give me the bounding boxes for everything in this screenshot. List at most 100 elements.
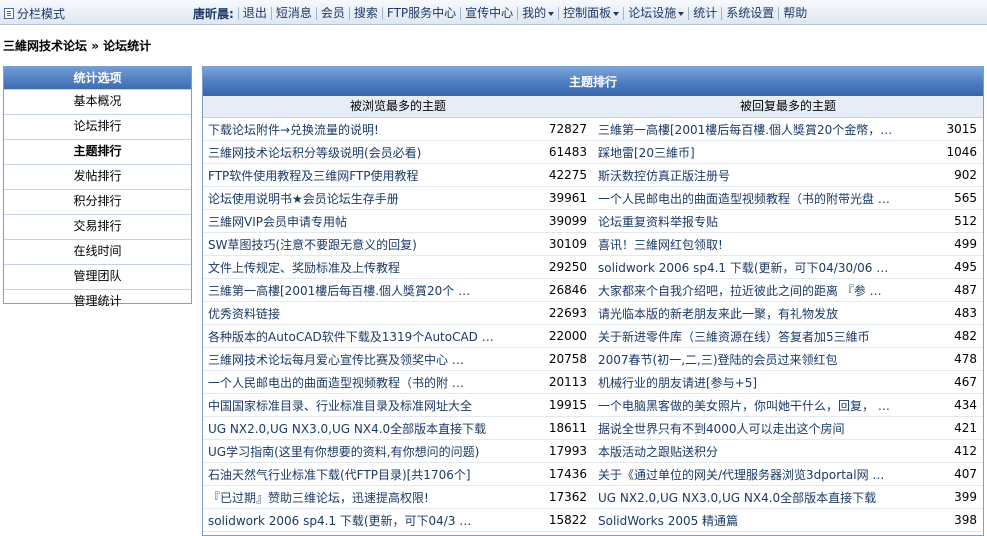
most-viewed-topic-link[interactable]: UG学习指南(这里有你想要的资料,有你想问的问题) xyxy=(208,445,479,459)
most-replied-topic-link[interactable]: 请光临本版的新老朋友来此一聚，有礼物发放 xyxy=(598,307,838,321)
nav-item[interactable]: 宣传中心 xyxy=(460,7,517,20)
nav-item[interactable]: FTP服务中心 xyxy=(381,7,460,20)
sidebar-item[interactable]: 论坛排行 xyxy=(4,114,191,139)
most-replied-topic-link-cell: 关于新进零件库（三維资源在线）答复者加5三維币 xyxy=(593,324,933,348)
nav-item[interactable]: 会员 xyxy=(315,7,349,20)
nav-item[interactable]: 搜索 xyxy=(348,7,382,20)
most-viewed-topic-link[interactable]: solidwork 2006 sp4.1 下载(更新，可下04/3 … xyxy=(208,514,471,528)
sidebar-item[interactable]: 在线时间 xyxy=(4,239,191,264)
most-viewed-topic-link[interactable]: FTP软件使用教程及三维网FTP使用教程 xyxy=(208,169,419,183)
view-count-cell: 39099 xyxy=(533,209,593,233)
reply-count-cell: 565 xyxy=(933,186,983,210)
most-replied-topic-link[interactable]: 三維第一高樓[2001樓后每百樓.個人獎賞20个金幣，… xyxy=(598,123,892,137)
most-replied-topic-link[interactable]: 大家都来个自我介绍吧，拉近彼此之间的距离 『参 … xyxy=(598,284,882,298)
table-row: 『已过期』赞助三维论坛，迅速提高权限! 17362 UG NX2.0,UG NX3.… xyxy=(203,485,983,509)
sidebar-item[interactable]: 交易排行 xyxy=(4,214,191,239)
nav-item-label: 论坛设施 xyxy=(628,6,677,20)
most-replied-topic-link[interactable]: SolidWorks 2005 精通篇 xyxy=(598,514,738,528)
most-replied-topic-link[interactable]: UG NX2.0,UG NX3.0,UG NX4.0全部版本直接下载 xyxy=(598,491,876,505)
most-replied-topic-link[interactable]: 一个电脑黑客做的美女照片，你叫她干什么，回复， … xyxy=(598,399,890,413)
nav-item[interactable]: 我的 xyxy=(517,7,558,20)
view-count-cell: 29250 xyxy=(533,255,593,279)
view-count-cell: 30109 xyxy=(533,232,593,256)
nav-item[interactable]: 论坛设施 xyxy=(623,7,688,20)
most-viewed-topic-link-cell: solidwork 2006 sp4.1 下载(更新，可下04/3 … xyxy=(203,508,533,532)
most-viewed-topic-link-cell: SW草图技巧(注意不要跟无意义的回复) xyxy=(203,232,533,256)
most-replied-topic-link-cell: UG NX2.0,UG NX3.0,UG NX4.0全部版本直接下载 xyxy=(593,485,933,509)
most-replied-topic-link[interactable]: 斯沃数控仿真正版注册号 xyxy=(598,169,730,183)
nav-item[interactable]: 短消息 xyxy=(270,7,316,20)
most-replied-topic-link-cell: 踩地雷[20三維币] xyxy=(593,140,933,164)
sidebar-item[interactable]: 管理统计 xyxy=(4,289,191,314)
most-viewed-topic-link[interactable]: 三維第一高樓[2001樓后每百樓.個人獎賞20个 … xyxy=(208,284,470,298)
most-replied-topic-link[interactable]: 关于新进零件库（三維资源在线）答复者加5三維币 xyxy=(598,330,870,344)
most-replied-topic-link[interactable]: 论坛重复资料举报专贴 xyxy=(598,215,718,229)
sidebar-item[interactable]: 主题排行 xyxy=(4,139,191,164)
reply-count-cell: 487 xyxy=(933,278,983,302)
reply-count-cell: 467 xyxy=(933,370,983,394)
nav-item-label: 控制面板 xyxy=(563,6,612,20)
username[interactable]: 唐昕晨: xyxy=(193,5,234,22)
sidebar-item[interactable]: 积分排行 xyxy=(4,189,191,214)
most-viewed-topic-link[interactable]: 石油天然气行业标准下载(代FTP目录)[共1706个] xyxy=(208,468,471,482)
sidebar-item[interactable]: 管理团队 xyxy=(4,264,191,289)
most-viewed-topic-link[interactable]: 三維网技术论坛积分等级说明(会员必看) xyxy=(208,146,421,160)
stats-sidebar: 统计选项 基本概况 论坛排行 主题排行 发帖排行 积分排行 交易排行 在线时间 管理团队 管理统… xyxy=(3,66,192,308)
most-replied-topic-link[interactable]: 一个人民邮电出的曲面造型视频教程（书的附带光盘 … xyxy=(598,192,890,206)
most-viewed-topic-link-cell: 文件上传规定、奖励标准及上传教程 xyxy=(203,255,533,279)
most-replied-topic-link-cell: 机械行业的朋友请进[参与+5] xyxy=(593,370,933,394)
sidebar-item[interactable]: 基本概况 xyxy=(4,89,191,114)
nav-item-label: 统计 xyxy=(693,6,718,20)
most-viewed-header: 被浏览最多的主题 xyxy=(349,99,446,113)
most-viewed-topic-link[interactable]: 各种版本的AutoCAD软件下载及1319个AutoCAD … xyxy=(208,330,494,344)
most-viewed-topic-link[interactable]: 论坛使用说明书★会员论坛生存手册 xyxy=(208,192,399,206)
most-viewed-topic-link[interactable]: SW草图技巧(注意不要跟无意义的回复) xyxy=(208,238,417,252)
most-replied-topic-link[interactable]: 本版活动之跟贴送积分 xyxy=(598,445,718,459)
most-viewed-topic-link[interactable]: UG NX2.0,UG NX3.0,UG NX4.0全部版本直接下载 xyxy=(208,422,486,436)
view-count-cell: 17993 xyxy=(533,439,593,463)
most-viewed-topic-link[interactable]: 中国国家标准目录、行业标准目录及标准网址大全 xyxy=(208,399,472,413)
most-replied-topic-link[interactable]: 机械行业的朋友请进[参与+5] xyxy=(598,376,757,390)
layout-mode-toggle[interactable]: 分栏模式 xyxy=(4,5,65,22)
table-row: 三維网技术论坛每月爱心宣传比赛及领奖中心 … 20758 2007春节(初一,二,三… xyxy=(203,347,983,371)
view-count-cell: 39961 xyxy=(533,186,593,210)
breadcrumb-forum-link[interactable]: 三維网技术论坛 xyxy=(3,39,87,53)
nav-item[interactable]: 退出 xyxy=(237,7,271,20)
most-replied-topic-link-cell: 三維第一高樓[2001樓后每百樓.個人獎賞20个金幣，… xyxy=(593,118,933,141)
reply-count-cell: 421 xyxy=(933,416,983,440)
most-replied-topic-link[interactable]: 踩地雷[20三維币] xyxy=(598,146,695,160)
most-viewed-topic-link-cell: 三維第一高樓[2001樓后每百樓.個人獎賞20个 … xyxy=(203,278,533,302)
most-viewed-topic-link[interactable]: 优秀资料链接 xyxy=(208,307,280,321)
view-count-cell: 15822 xyxy=(533,508,593,532)
reply-count-cell: 412 xyxy=(933,439,983,463)
topic-ranking-panel: 主题排行 被浏览最多的主题 被回复最多的主题 下载论坛附件→兑换流量的说明! 72… xyxy=(202,66,984,536)
nav-item[interactable]: 系统设置 xyxy=(721,7,778,20)
most-viewed-topic-link[interactable]: 文件上传规定、奖励标准及上传教程 xyxy=(208,261,400,275)
breadcrumb-separator: » xyxy=(91,39,99,53)
table-row: 各种版本的AutoCAD软件下载及1319个AutoCAD … 22000 关于新进… xyxy=(203,324,983,348)
most-viewed-topic-link[interactable]: 『已过期』赞助三维论坛，迅速提高权限! xyxy=(208,491,429,505)
table-row: 下载论坛附件→兑换流量的说明! 72827 三維第一高樓[2001樓后每百樓.個人獎… xyxy=(203,118,983,141)
most-replied-topic-link[interactable]: 喜讯！三維网红包领取! xyxy=(598,238,723,252)
nav-item[interactable]: 统计 xyxy=(688,7,721,20)
most-viewed-topic-link[interactable]: 三維网VIP会员申请专用帖 xyxy=(208,215,347,229)
most-viewed-topic-link[interactable]: 三維网技术论坛每月爱心宣传比赛及领奖中心 … xyxy=(208,353,464,367)
most-viewed-topic-link-cell: 三維网技术论坛积分等级说明(会员必看) xyxy=(203,140,533,164)
most-replied-topic-link[interactable]: solidwork 2006 sp4.1 下载(更新，可下04/30/06 … xyxy=(598,261,888,275)
most-replied-topic-link[interactable]: 2007春节(初一,二,三)登陆的会员过来领红包 xyxy=(598,353,838,367)
most-viewed-topic-link[interactable]: 下载论坛附件→兑换流量的说明! xyxy=(208,123,379,137)
most-replied-topic-link[interactable]: 据说全世界只有不到4000人可以走出这个房间 xyxy=(598,422,845,436)
view-count-cell: 17436 xyxy=(533,462,593,486)
table-row: 中国国家标准目录、行业标准目录及标准网址大全 19915 一个电脑黑客做的美女照片，… xyxy=(203,393,983,417)
nav-item-label: 宣传中心 xyxy=(465,6,514,20)
view-count-cell: 22693 xyxy=(533,301,593,325)
sidebar-title: 统计选项 xyxy=(4,67,191,89)
most-replied-topic-link[interactable]: 关于《通过单位的网关/代理服务器浏览3dportal网 … xyxy=(598,468,884,482)
nav-item[interactable]: 控制面板 xyxy=(558,7,623,20)
most-viewed-topic-link[interactable]: 一个人民邮电出的曲面造型视频教程（书的附 … xyxy=(208,376,464,390)
nav-item[interactable]: 帮助 xyxy=(778,7,811,20)
reply-count-cell: 3015 xyxy=(933,118,983,141)
chevron-down-icon xyxy=(613,11,620,16)
sidebar-item[interactable]: 发帖排行 xyxy=(4,164,191,189)
table-row: 三維第一高樓[2001樓后每百樓.個人獎賞20个 … 26846 大家都来个自我介绍… xyxy=(203,278,983,302)
